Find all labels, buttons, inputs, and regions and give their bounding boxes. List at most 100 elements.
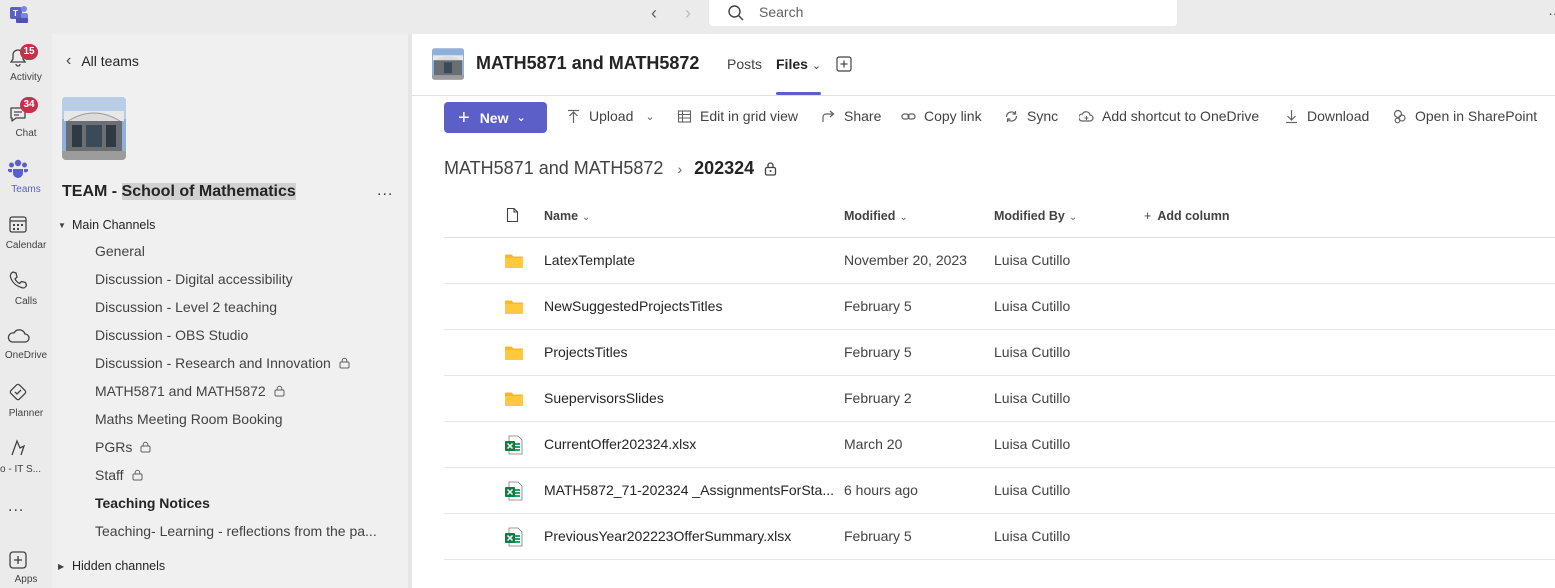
rail-label: Chat [15, 128, 37, 139]
file-name[interactable]: NewSuggestedProjectsTitles [544, 298, 722, 314]
rail-chat[interactable]: 34 Chat [0, 94, 52, 150]
calendar-icon [9, 216, 27, 233]
rail-calls[interactable]: Calls [0, 262, 52, 318]
upload-button[interactable]: Upload ⌄ [566, 108, 655, 124]
channel-label: Teaching- Learning - reflections from th… [95, 523, 377, 539]
channel-item[interactable]: PGRs [95, 439, 151, 455]
download-label: Download [1307, 108, 1370, 124]
copy-link-button[interactable]: Copy link [901, 108, 982, 124]
channel-item[interactable]: Teaching- Learning - reflections from th… [95, 523, 377, 539]
breadcrumb-parent[interactable]: MATH5871 and MATH5872 [444, 158, 663, 179]
channel-item[interactable]: MATH5871 and MATH5872 [95, 383, 285, 399]
all-teams-back-button[interactable]: ‹ All teams [66, 51, 139, 71]
channel-item[interactable]: Staff [95, 467, 143, 483]
folder-icon [505, 392, 523, 406]
rail-more[interactable]: ... [0, 494, 52, 524]
column-name[interactable]: Name ⌄ [544, 209, 590, 223]
file-modified: 6 hours ago [844, 482, 918, 498]
tab-files[interactable]: Files ⌄ [776, 56, 821, 72]
rail-activity[interactable]: 15 Activity [0, 38, 52, 94]
rail-teams[interactable]: Teams [0, 150, 52, 206]
table-row[interactable]: NewSuggestedProjectsTitles February 5 Luis… [444, 284, 1555, 330]
cloud-icon [7, 329, 30, 343]
rail-label: Calendar [5, 240, 47, 251]
team-title: TEAM - School of Mathematics [62, 183, 296, 201]
settings-more-icon[interactable]: … [1548, 2, 1555, 18]
search-input[interactable]: Search [759, 4, 803, 20]
table-row[interactable]: CurrentOffer202324.xlsx March 20 Luisa Cut… [444, 422, 1555, 468]
hidden-channels-header[interactable]: ▶ Hidden channels [58, 559, 165, 573]
rail-apps[interactable]: Apps [0, 542, 52, 588]
edit-grid-label: Edit in grid view [700, 108, 799, 124]
file-modified-by: Luisa Cutillo [994, 436, 1071, 452]
team-prefix: TEAM - [62, 183, 122, 200]
back-arrow-icon[interactable]: ‹ [642, 2, 666, 26]
new-label: New [479, 109, 509, 126]
forward-arrow-icon[interactable]: › [676, 2, 700, 26]
main-channels-header[interactable]: ▼ Main Channels [58, 218, 155, 232]
excel-file-icon [505, 481, 523, 501]
file-modified: February 2 [844, 390, 912, 406]
planner-icon [9, 383, 27, 401]
channel-item[interactable]: Discussion - Level 2 teaching [95, 299, 277, 315]
file-name[interactable]: ProjectsTitles [544, 344, 628, 360]
sync-button[interactable]: Sync [1004, 108, 1058, 124]
channel-item[interactable]: Discussion - Digital accessibility [95, 271, 293, 287]
app-icon [11, 439, 26, 456]
channel-item[interactable]: General [95, 243, 145, 259]
teams-icon [8, 159, 28, 178]
channel-item[interactable]: Discussion - Research and Innovation [95, 355, 350, 371]
table-row[interactable]: LatexTemplate November 20, 2023 Luisa Cuti… [444, 238, 1555, 284]
open-sharepoint-button[interactable]: Open in SharePoint [1392, 108, 1537, 124]
add-column-label: Add column [1157, 209, 1230, 223]
rail-app[interactable]: co - IT S... [0, 430, 52, 486]
app-rail: 15 Activity 34 Chat Teams Calendar Calls… [0, 34, 52, 588]
team-pane: ‹ All teams TEAM - School of Mathematics… [52, 34, 408, 588]
rail-onedrive[interactable]: OneDrive [0, 318, 52, 374]
rail-calendar[interactable]: Calendar [0, 206, 52, 262]
rail-planner[interactable]: Planner [0, 374, 52, 430]
open-sharepoint-label: Open in SharePoint [1415, 108, 1538, 124]
folder-icon [505, 300, 523, 314]
lock-icon [765, 162, 777, 176]
table-row[interactable]: SuepervisorsSlides February 2 Luisa Cutill… [444, 376, 1555, 422]
file-name[interactable]: PreviousYear202223OfferSummary.xlsx [544, 528, 791, 544]
caret-down-icon: ▼ [58, 220, 66, 230]
channel-item[interactable]: Maths Meeting Room Booking [95, 411, 283, 427]
file-name[interactable]: MATH5872_71-202324 _AssignmentsForSta... [544, 482, 834, 498]
chevron-down-icon: ⌄ [582, 212, 591, 223]
add-shortcut-button[interactable]: Add shortcut to OneDrive [1079, 108, 1259, 124]
chevron-down-icon: ⌄ [899, 212, 908, 223]
download-button[interactable]: Download [1284, 108, 1369, 124]
team-picture [62, 97, 126, 160]
table-row[interactable]: MATH5872_71-202324 _AssignmentsForSta...… [444, 468, 1555, 514]
grid-icon [677, 109, 692, 123]
search-icon [728, 5, 744, 21]
add-tab-icon[interactable] [836, 56, 852, 72]
file-modified-by: Luisa Cutillo [994, 390, 1071, 406]
add-column-button[interactable]: + Add column [1144, 209, 1230, 223]
new-button[interactable]: + New ⌄ [444, 102, 547, 133]
file-name[interactable]: LatexTemplate [544, 252, 635, 268]
search-box[interactable]: Search [709, 0, 1177, 26]
tab-posts[interactable]: Posts [727, 56, 762, 72]
file-modified-by: Luisa Cutillo [994, 252, 1071, 268]
file-name[interactable]: SuepervisorsSlides [544, 390, 664, 406]
rail-label: Apps [14, 574, 38, 585]
file-type-icon[interactable] [506, 207, 519, 223]
team-more-options-icon[interactable]: ... [377, 182, 393, 200]
file-name[interactable]: CurrentOffer202324.xlsx [544, 436, 696, 452]
channel-item[interactable]: Teaching Notices [95, 495, 210, 511]
edit-grid-button[interactable]: Edit in grid view [677, 108, 798, 124]
channel-item[interactable]: Discussion - OBS Studio [95, 327, 248, 343]
file-modified: November 20, 2023 [844, 252, 967, 268]
table-row[interactable]: ProjectsTitles February 5 Luisa Cutillo [444, 330, 1555, 376]
share-button[interactable]: Share [821, 108, 881, 124]
column-modified[interactable]: Modified ⌄ [844, 209, 908, 223]
column-modified-label: Modified [844, 209, 896, 223]
table-row[interactable]: PreviousYear202223OfferSummary.xlsx Febru… [444, 514, 1555, 560]
rail-label: Calls [14, 296, 38, 307]
column-modified-by[interactable]: Modified By ⌄ [994, 209, 1077, 223]
folder-icon [505, 254, 523, 268]
file-modified: February 5 [844, 528, 912, 544]
